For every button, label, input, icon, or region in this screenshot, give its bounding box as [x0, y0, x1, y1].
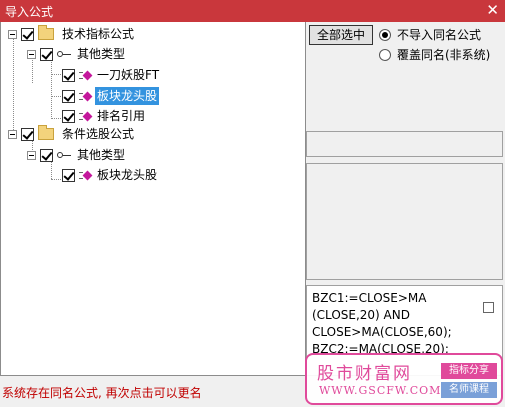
formula-icon — [79, 70, 93, 80]
collapse-icon[interactable] — [27, 150, 36, 160]
item-label: 一刀妖股FT — [97, 68, 160, 82]
watermark-tag: 指标分享 — [441, 363, 497, 379]
tree-connector — [51, 179, 61, 180]
tree-item[interactable]: 一刀妖股FT — [62, 65, 161, 85]
folder-icon — [38, 125, 54, 140]
item-checkbox[interactable] — [62, 68, 75, 82]
tree-connector — [51, 96, 61, 97]
category-checkbox[interactable] — [40, 47, 53, 61]
tree-item-selected[interactable]: 板块龙头股 — [62, 86, 160, 106]
tree-connector — [51, 74, 61, 75]
tree-connector — [51, 118, 61, 119]
option-label: 覆盖同名(非系统) — [397, 48, 491, 62]
collapse-icon[interactable] — [8, 129, 17, 139]
item-label: 板块龙头股 — [97, 168, 158, 182]
formula-icon — [79, 170, 93, 180]
collapse-icon[interactable] — [8, 29, 17, 39]
watermark-logo: 股市财富网 WWW.GSCFW.COM 指标分享 名师课程 — [305, 353, 503, 405]
window-title: 导入公式 — [5, 5, 54, 19]
tree-group[interactable]: 条件选股公式 — [8, 124, 136, 144]
select-all-button[interactable]: 全部选中 — [309, 25, 373, 45]
item-checkbox[interactable] — [62, 109, 75, 123]
tree-category[interactable]: 其他类型 — [27, 44, 127, 64]
status-message: 系统存在同名公式, 再次点击可以更名 — [2, 386, 202, 400]
folder-icon — [38, 25, 54, 40]
radio-selected-icon[interactable] — [379, 28, 391, 41]
option-overwrite-duplicates[interactable]: 覆盖同名(非系统) — [379, 46, 490, 63]
tree-group[interactable]: 技术指标公式 — [8, 24, 136, 44]
option-label: 不导入同名公式 — [397, 28, 482, 42]
category-checkbox[interactable] — [40, 148, 53, 162]
group-checkbox[interactable] — [21, 27, 34, 41]
watermark-brand: 股市财富网 — [317, 364, 412, 384]
close-icon[interactable]: ✕ — [486, 1, 499, 19]
key-icon — [57, 51, 71, 57]
group-label: 技术指标公式 — [62, 27, 135, 41]
key-icon — [57, 152, 71, 158]
tree-item[interactable]: 排名引用 — [62, 106, 147, 126]
watermark-url: WWW.GSCFW.COM — [319, 384, 442, 397]
category-label: 其他类型 — [77, 47, 126, 61]
item-checkbox[interactable] — [62, 89, 75, 103]
tree-connector — [13, 39, 14, 134]
option-skip-duplicates[interactable]: 不导入同名公式 — [379, 26, 481, 43]
rename-field[interactable] — [306, 131, 503, 157]
group-label: 条件选股公式 — [62, 127, 135, 141]
description-panel — [306, 163, 503, 280]
tree-connector — [51, 60, 52, 119]
radio-icon[interactable] — [379, 48, 391, 61]
collapse-icon[interactable] — [27, 49, 36, 59]
watermark-tag: 名师课程 — [441, 382, 497, 398]
tree-item[interactable]: 板块龙头股 — [62, 165, 159, 185]
preview-checkbox[interactable] — [483, 302, 494, 313]
formula-icon — [79, 91, 93, 101]
formula-preview-text: BZC1:=CLOSE>MA (CLOSE,20) AND CLOSE>MA(C… — [312, 291, 452, 356]
title-bar: 导入公式 ✕ — [0, 0, 505, 22]
item-label: 排名引用 — [97, 109, 146, 123]
tree-category[interactable]: 其他类型 — [27, 145, 127, 165]
item-checkbox[interactable] — [62, 168, 75, 182]
item-label: 板块龙头股 — [95, 87, 160, 105]
formula-tree[interactable]: 技术指标公式 其他类型 一刀妖股FT 板块龙头股 排名引用 条件选股公式 其他类… — [0, 22, 306, 376]
formula-icon — [79, 111, 93, 121]
category-label: 其他类型 — [77, 148, 126, 162]
group-checkbox[interactable] — [21, 127, 34, 141]
